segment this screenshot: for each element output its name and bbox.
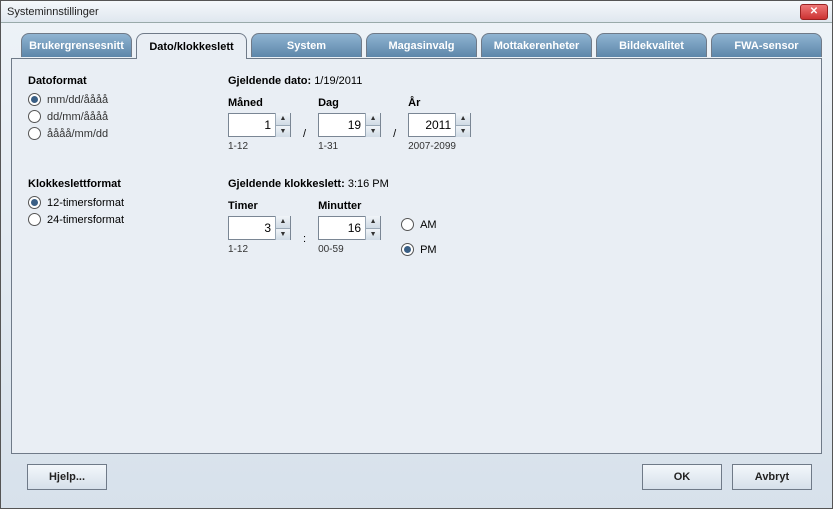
current-date-group: Gjeldende dato: 1/19/2011 Måned ▲ ▼ <box>228 75 471 152</box>
day-up[interactable]: ▲ <box>366 113 380 126</box>
systeminnstillinger-window: Systeminnstillinger ✕ Brukergrensesnitt … <box>0 0 833 509</box>
tab-fwa-sensor[interactable]: FWA-sensor <box>711 33 822 57</box>
hours-spinner: ▲ ▼ <box>228 216 291 240</box>
current-time-label: Gjeldende klokkeslett: <box>228 178 345 190</box>
day-down[interactable]: ▼ <box>366 126 380 138</box>
ampm-group: AM PM <box>401 216 437 260</box>
radio-icon <box>28 93 41 106</box>
year-up[interactable]: ▲ <box>456 113 470 126</box>
month-down[interactable]: ▼ <box>276 126 290 138</box>
tab-dato-klokkeslett[interactable]: Dato/klokkeslett <box>136 33 247 59</box>
tab-system[interactable]: System <box>251 33 362 57</box>
month-label: Måned <box>228 97 291 109</box>
tab-bar: Brukergrensesnitt Dato/klokkeslett Syste… <box>11 33 822 59</box>
titlebar: Systeminnstillinger ✕ <box>1 1 832 23</box>
day-label: Dag <box>318 97 381 109</box>
tab-mottakerenheter[interactable]: Mottakerenheter <box>481 33 592 57</box>
minutes-field: Minutter ▲ ▼ 00-59 <box>318 200 381 255</box>
time-format-group: Klokkeslettformat 12-timersformat 24-tim… <box>28 178 228 260</box>
radio-icon <box>401 218 414 231</box>
year-down[interactable]: ▼ <box>456 126 470 138</box>
dato-klokkeslett-panel: Datoformat mm/dd/åååå dd/mm/åååå åååå/mm… <box>11 58 822 454</box>
close-button[interactable]: ✕ <box>800 4 828 20</box>
radio-icon <box>401 243 414 256</box>
dateformat-option-mmddyyyy[interactable]: mm/dd/åååå <box>28 93 228 106</box>
year-field: År ▲ ▼ 2007-2099 <box>408 97 471 152</box>
day-field: Dag ▲ ▼ 1-31 <box>318 97 381 152</box>
month-spinner: ▲ ▼ <box>228 113 291 137</box>
date-format-heading: Datoformat <box>28 75 228 87</box>
dateformat-option-yyyymmdd[interactable]: åååå/mm/dd <box>28 127 228 140</box>
time-spinners: Timer ▲ ▼ 1-12 : <box>228 200 437 260</box>
year-spinner: ▲ ▼ <box>408 113 471 137</box>
am-label: AM <box>420 219 437 231</box>
content-area: Brukergrensesnitt Dato/klokkeslett Syste… <box>1 23 832 508</box>
help-button[interactable]: Hjelp... <box>27 464 107 490</box>
timeformat-option-12[interactable]: 12-timersformat <box>28 196 228 209</box>
tab-bildekvalitet[interactable]: Bildekvalitet <box>596 33 707 57</box>
time-format-heading: Klokkeslettformat <box>28 178 228 190</box>
minutes-down[interactable]: ▼ <box>366 229 380 241</box>
tab-brukergrensesnitt[interactable]: Brukergrensesnitt <box>21 33 132 57</box>
time-sep: : <box>299 227 310 251</box>
hours-hint: 1-12 <box>228 244 291 255</box>
year-input[interactable] <box>409 114 455 136</box>
minutes-hint: 00-59 <box>318 244 381 255</box>
minutes-input[interactable] <box>319 217 365 239</box>
dateformat-label: mm/dd/åååå <box>47 94 108 106</box>
radio-icon <box>28 127 41 140</box>
date-sep-2: / <box>389 122 400 146</box>
hours-label: Timer <box>228 200 291 212</box>
year-label: År <box>408 97 471 109</box>
year-hint: 2007-2099 <box>408 141 471 152</box>
cancel-button[interactable]: Avbryt <box>732 464 812 490</box>
hours-down[interactable]: ▼ <box>276 229 290 241</box>
minutes-label: Minutter <box>318 200 381 212</box>
ok-button[interactable]: OK <box>642 464 722 490</box>
day-spinner: ▲ ▼ <box>318 113 381 137</box>
current-time-value: 3:16 PM <box>348 178 389 190</box>
current-date-value: 1/19/2011 <box>314 75 362 87</box>
date-spinners: Måned ▲ ▼ 1-12 / <box>228 97 471 152</box>
close-icon: ✕ <box>810 6 818 17</box>
month-up[interactable]: ▲ <box>276 113 290 126</box>
timeformat-label: 24-timersformat <box>47 214 124 226</box>
date-section: Datoformat mm/dd/åååå dd/mm/åååå åååå/mm… <box>28 75 805 152</box>
hours-input[interactable] <box>229 217 275 239</box>
current-date-label: Gjeldende dato: <box>228 75 311 87</box>
radio-icon <box>28 110 41 123</box>
hours-field: Timer ▲ ▼ 1-12 <box>228 200 291 255</box>
date-format-group: Datoformat mm/dd/åååå dd/mm/åååå åååå/mm… <box>28 75 228 152</box>
radio-icon <box>28 196 41 209</box>
day-hint: 1-31 <box>318 141 381 152</box>
minutes-spinner: ▲ ▼ <box>318 216 381 240</box>
time-section: Klokkeslettformat 12-timersformat 24-tim… <box>28 178 805 260</box>
timeformat-option-24[interactable]: 24-timersformat <box>28 213 228 226</box>
minutes-up[interactable]: ▲ <box>366 216 380 229</box>
radio-icon <box>28 213 41 226</box>
month-input[interactable] <box>229 114 275 136</box>
ampm-am[interactable]: AM <box>401 218 437 231</box>
dateformat-label: dd/mm/åååå <box>47 111 108 123</box>
dialog-buttons: Hjelp... OK Avbryt <box>11 454 822 500</box>
hours-up[interactable]: ▲ <box>276 216 290 229</box>
timeformat-label: 12-timersformat <box>47 197 124 209</box>
day-input[interactable] <box>319 114 365 136</box>
date-sep-1: / <box>299 122 310 146</box>
dateformat-option-ddmmyyyy[interactable]: dd/mm/åååå <box>28 110 228 123</box>
dateformat-label: åååå/mm/dd <box>47 128 108 140</box>
current-time-group: Gjeldende klokkeslett: 3:16 PM Timer ▲ ▼ <box>228 178 437 260</box>
month-hint: 1-12 <box>228 141 291 152</box>
ampm-pm[interactable]: PM <box>401 243 437 256</box>
pm-label: PM <box>420 244 437 256</box>
tab-magasinvalg[interactable]: Magasinvalg <box>366 33 477 57</box>
window-title: Systeminnstillinger <box>7 6 800 18</box>
month-field: Måned ▲ ▼ 1-12 <box>228 97 291 152</box>
